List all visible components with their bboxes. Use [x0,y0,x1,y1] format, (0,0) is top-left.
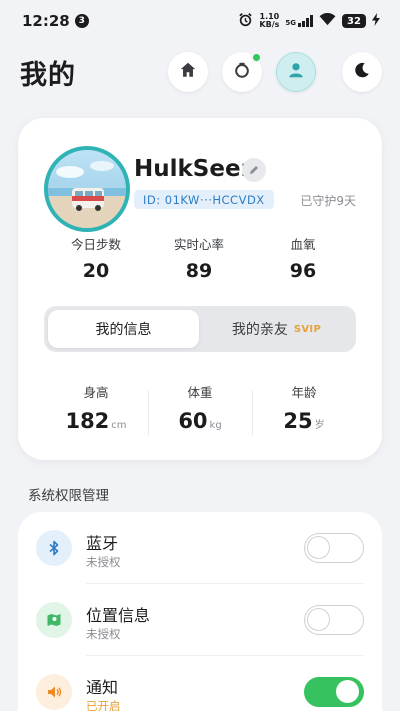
permission-status: 未授权 [86,555,121,569]
info-tabs: 我的信息 我的亲友 SVIP [44,306,356,352]
permission-name: 通知 [86,678,119,697]
status-time: 12:28 [22,12,70,30]
username: HulkSeen [134,156,257,182]
stat-blood-oxygen: 血氧 96 [263,234,343,282]
avatar[interactable] [44,146,130,232]
profile-card: HulkSeen ID: 01KW···HCCVDX 已守护9天 今日步数 20… [18,118,382,460]
guard-days: 已守护9天 [300,194,356,208]
bluetooth-icon [36,530,72,566]
notification-count-badge: 3 [74,14,89,28]
tab-my-friends[interactable]: 我的亲友 SVIP [201,310,352,348]
stat-label: 血氧 [290,237,316,252]
stat-label: 实时心率 [173,237,224,252]
toggle-knob [307,608,330,631]
network-type: 5G [285,19,296,27]
ring-status-dot [251,52,262,63]
ring-icon [233,61,251,83]
measure-unit: kg [209,420,222,431]
tab-label: 我的亲友 [231,322,288,338]
stat-value: 20 [82,260,110,282]
battery-level: 32 [347,15,361,27]
speaker-icon [36,674,72,710]
notification-toggle[interactable] [304,677,364,707]
stat-steps: 今日步数 20 [56,234,136,282]
measure-unit: 岁 [314,420,325,431]
home-button[interactable] [168,52,208,92]
measure-label: 身高 [83,385,109,400]
stat-value: 96 [289,260,317,282]
permission-name: 位置信息 [86,606,151,625]
stat-label: 今日步数 [70,237,121,252]
header: 我的 [0,50,400,94]
permission-name: 蓝牙 [86,534,119,553]
measure-weight[interactable]: 体重 60 kg [148,382,252,433]
health-stats: 今日步数 20 实时心率 89 血氧 96 [18,234,382,290]
measure-age[interactable]: 年龄 25 岁 [252,382,356,433]
moon-icon [353,61,371,83]
permission-row-bluetooth[interactable]: 蓝牙 未授权 [18,512,382,582]
signal-bars [298,15,313,27]
toggle-knob [336,680,359,703]
measure-label: 年龄 [291,385,317,400]
permission-status: 未授权 [86,627,121,641]
status-left: 12:28 3 [22,12,89,30]
battery-icon: 32 [342,14,366,28]
user-icon [287,61,305,83]
charging-icon [372,12,380,30]
net-speed: 1.10 KB/s [259,13,279,29]
tab-my-info[interactable]: 我的信息 [48,310,199,348]
stat-heart-rate: 实时心率 89 [159,234,239,282]
page-title: 我的 [20,59,76,91]
permission-status: 已开启 [86,699,121,711]
profile-button[interactable] [276,52,316,92]
alarm-icon [238,12,253,31]
edit-profile-button[interactable] [242,158,266,182]
permission-row-location[interactable]: 位置信息 未授权 [18,584,382,654]
divider [148,390,149,436]
signal-icon: 5G [285,15,313,27]
svip-badge: SVIP [293,323,322,335]
permissions-card: 蓝牙 未授权 位置信息 未授权 通知 已开启 [18,512,382,711]
pencil-icon [248,161,260,180]
measure-height[interactable]: 身高 182 cm [44,382,148,433]
wifi-icon [319,12,336,30]
net-speed-unit: KB/s [259,20,280,29]
bluetooth-toggle[interactable] [304,533,364,563]
body-measures: 身高 182 cm 体重 60 kg 年龄 25 岁 [18,382,382,442]
divider [252,390,253,436]
map-icon [36,602,72,638]
home-icon [179,61,197,83]
dark-mode-button[interactable] [342,52,382,92]
ring-device-button[interactable] [222,52,262,92]
status-bar: 12:28 3 1.10 KB/s 5G 32 [0,0,400,42]
status-right: 1.10 KB/s 5G 32 [238,12,380,31]
measure-value: 60 [178,409,208,433]
measure-unit: cm [111,420,127,431]
stat-value: 89 [185,260,213,282]
measure-value: 182 [65,409,110,433]
toggle-knob [307,536,330,559]
measure-label: 体重 [187,385,213,400]
user-id-chip[interactable]: ID: 01KW···HCCVDX [134,190,274,209]
permission-row-notification[interactable]: 通知 已开启 [18,656,382,711]
location-toggle[interactable] [304,605,364,635]
measure-value: 25 [283,409,313,433]
section-title: 系统权限管理 [28,488,109,504]
